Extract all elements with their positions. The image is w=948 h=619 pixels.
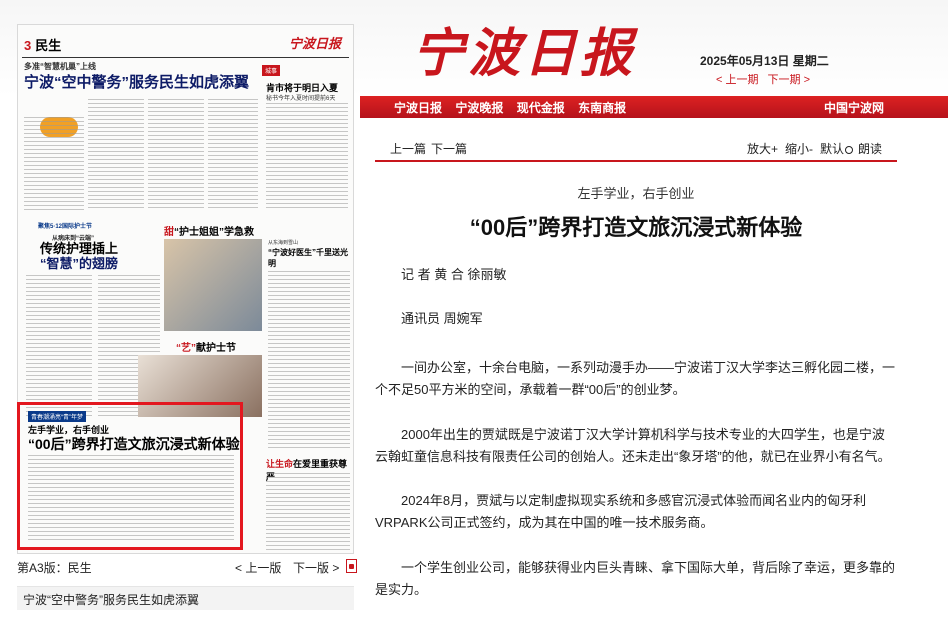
- article-paragraph: 2000年出生的贾斌既是宁波诺丁汉大学计算机科学与技术专业的大四学生，也是宁波云…: [375, 427, 891, 464]
- thumb-art-title-b: 献护士节: [196, 343, 236, 354]
- current-page-label: 第A3版：民生: [17, 561, 92, 575]
- article-paragraph: 2024年8月，贾斌与以定制虚拟现实系统和多感官沉浸式体验而闻名业内的匈牙利VR…: [375, 493, 867, 530]
- thumb-text-column: [24, 117, 84, 211]
- read-aloud-button[interactable]: 朗读: [858, 140, 882, 157]
- prev-page-link[interactable]: < 上一版: [235, 559, 281, 576]
- thumb-text-column: [266, 103, 348, 211]
- prev-issue-link[interactable]: < 上一期: [716, 74, 758, 86]
- thumb-text-column: [148, 99, 204, 209]
- nav-link-southeast-business[interactable]: 东南商报: [578, 101, 626, 115]
- thumb-bottom-right-a: 让生命: [266, 459, 294, 469]
- article-list: 宁波“空中警务”服务民生如虎添翼: [17, 586, 354, 610]
- next-issue-link[interactable]: 下一期 >: [768, 74, 810, 86]
- thumb-text-column: [266, 473, 350, 551]
- thumb-art-title[interactable]: “艺”献护士节: [176, 339, 236, 354]
- nav-link-ningbo-evening[interactable]: 宁波晚报: [455, 101, 503, 115]
- highlight-kicker: 青春潮涌亮“青”年梦: [28, 411, 86, 422]
- issue-nav: < 上一期 下一期 >: [716, 71, 816, 87]
- masthead-logo[interactable]: 宁波日报: [412, 24, 636, 84]
- thumb-art-title-a: “艺”: [176, 343, 196, 354]
- thumb-text-column: [26, 275, 92, 419]
- article-paragraph: 一个学生创业公司，能够获得业内巨头青睐、拿下国际大单，背后除了幸运，更多靠的是实…: [375, 560, 896, 597]
- prev-article-link[interactable]: 上一篇: [390, 140, 426, 157]
- thumb-section-label: 聚焦5·12国际护士节: [38, 224, 93, 230]
- thumb-right2-kicker: 从东海到雪山: [268, 240, 299, 246]
- article-byline: 记 者 黄 合 徐丽敏: [401, 267, 507, 282]
- thumb-rule: [22, 57, 349, 58]
- thumb-text-column: [208, 99, 258, 209]
- nav-link-modern-jinbao[interactable]: 现代金报: [517, 101, 565, 115]
- thumb-nurse-title-line2: “智慧”的翅膀: [40, 256, 119, 271]
- thumb-badge: 城事: [262, 65, 281, 76]
- zoom-in-button[interactable]: 放大+: [747, 140, 778, 157]
- thumb-nurse-title[interactable]: 传统护理插上 “智慧”的翅膀: [40, 241, 118, 271]
- article-subtitle: 左手学业，右手创业: [577, 186, 695, 201]
- thumb-nurse-title-line1: 传统护理插上: [40, 241, 119, 256]
- thumb-headline[interactable]: 宁波“空中警务”服务民生如虎添翼: [24, 71, 249, 92]
- thumb-page-number: 3: [24, 38, 32, 53]
- article-correspondent: 通讯员 周婉军: [401, 311, 483, 326]
- thumb-mid-title[interactable]: 甜“护士姐姐”学急救: [164, 223, 254, 238]
- article-toolbar: 上一篇 下一篇 放大+ 缩小- 默认 朗读: [375, 138, 897, 162]
- article-paragraph: 一间办公室，十余台电脑，一系列动漫手办——宁波诺丁汉大学李达三孵化园二楼，一个不…: [375, 360, 896, 397]
- thumb-right-sub: 秘书今年入夏时间提前6天: [266, 96, 336, 102]
- article-title: “00后”跨界打造文旅沉浸式新体验: [469, 215, 803, 240]
- thumb-logo: 宁波日报: [288, 37, 341, 52]
- thumb-text-column: [88, 99, 144, 209]
- top-nav-bar: 宁波日报 宁波晚报 现代金报 东南商报 中国宁波网: [360, 96, 948, 118]
- default-size-button[interactable]: 默认: [820, 140, 854, 157]
- highlight-title: “00后”跨界打造文旅沉浸式新体验: [28, 436, 240, 452]
- thumb-photo: [164, 239, 262, 331]
- thumb-mid-title-b: “护士姐姐”学急救: [174, 227, 254, 238]
- zoom-out-button[interactable]: 缩小-: [785, 140, 813, 157]
- thumb-section-name: 民生: [35, 38, 62, 53]
- thumb-page-header: 3 民生: [24, 35, 61, 54]
- next-page-link[interactable]: 下一版 >: [293, 559, 339, 576]
- thumb-mid-title-a: 甜: [164, 227, 174, 238]
- nav-link-china-ningbo[interactable]: 中国宁波网: [824, 99, 884, 116]
- issue-date: 2025年05月13日 星期二: [700, 54, 829, 68]
- default-size-label: 默认: [820, 142, 845, 156]
- selected-article-highlight[interactable]: 青春潮涌亮“青”年梦 左手学业，右手创业 “00后”跨界打造文旅沉浸式新体验: [17, 402, 243, 550]
- thumb-right2-title[interactable]: “宁波好医生”千里送光明: [268, 247, 348, 269]
- nav-link-ningbo-daily[interactable]: 宁波日报: [394, 101, 442, 115]
- next-article-link[interactable]: 下一篇: [431, 140, 467, 157]
- highlight-text-block: [28, 455, 234, 543]
- article-list-item[interactable]: 宁波“空中警务”服务民生如虎添翼: [23, 591, 199, 608]
- default-circle-icon: [845, 146, 854, 154]
- pdf-icon[interactable]: [346, 559, 357, 573]
- publication-links: 宁波日报 宁波晚报 现代金报 东南商报: [394, 99, 636, 116]
- thumb-text-column: [268, 271, 350, 449]
